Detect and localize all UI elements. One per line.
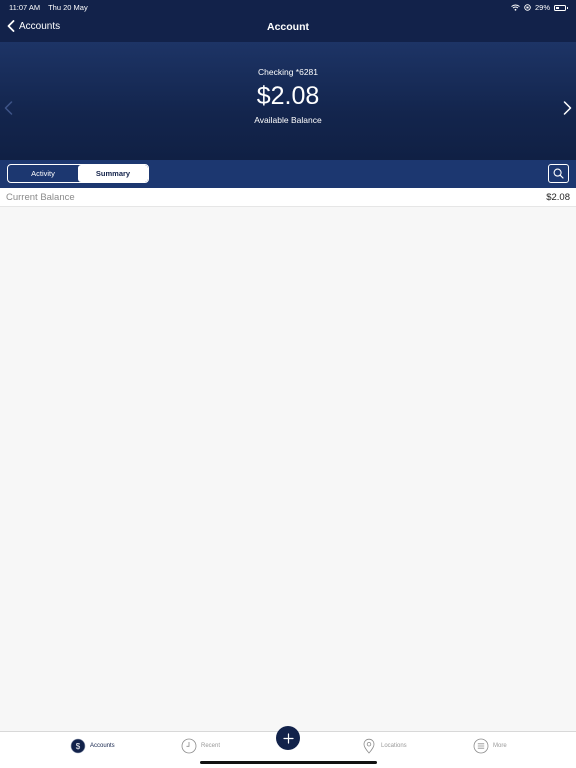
search-button[interactable] [548,164,569,183]
segmented-control: Activity Summary [7,164,149,183]
account-header: Checking *6281 $2.08 Available Balance [0,42,576,160]
bottom-tab-bar: $ Accounts Recent Locations More [0,726,576,768]
next-account-button[interactable] [563,101,572,120]
account-name: Checking *6281 [257,67,318,77]
current-balance-label: Current Balance [6,192,75,203]
accounts-dollar-icon: $ [70,738,86,754]
svg-text:$: $ [76,742,81,751]
tab-summary[interactable]: Summary [78,165,148,182]
tab-accounts[interactable]: $ Accounts [70,738,115,754]
status-left: 11:07 AM Thu 20 May [9,3,94,12]
nav-bar: Accounts Account [0,14,576,42]
clock-icon [181,738,197,754]
status-right: 29% [511,3,568,12]
status-date: Thu 20 May [48,3,88,12]
battery-icon [554,4,568,11]
tab-accounts-label: Accounts [90,743,115,749]
view-tab-bar: Activity Summary [0,160,576,188]
wifi-icon [511,4,520,11]
available-balance-label: Available Balance [254,115,322,125]
status-time: 11:07 AM [9,3,41,12]
current-balance-value: $2.08 [546,192,570,203]
orientation-lock-icon [524,4,531,11]
menu-lines-icon [473,738,489,754]
tab-locations[interactable]: Locations [361,738,407,754]
tab-recent[interactable]: Recent [181,738,220,754]
search-icon [553,168,564,179]
plus-icon [282,732,294,744]
tab-more-label: More [493,743,507,749]
chevron-right-icon [563,101,572,115]
location-pin-icon [361,738,377,754]
tab-activity[interactable]: Activity [8,165,78,182]
tab-more[interactable]: More [473,738,507,754]
tab-locations-label: Locations [381,743,407,749]
available-balance-amount: $2.08 [256,82,320,110]
status-bar: 11:07 AM Thu 20 May 29% [0,0,576,14]
battery-fill [556,6,559,9]
tab-recent-label: Recent [201,743,221,749]
current-balance-row: Current Balance $2.08 [0,188,576,207]
home-indicator [200,761,377,764]
page-title: Account [267,21,309,33]
add-action-button[interactable] [276,726,300,750]
battery-percent: 29% [534,3,550,12]
